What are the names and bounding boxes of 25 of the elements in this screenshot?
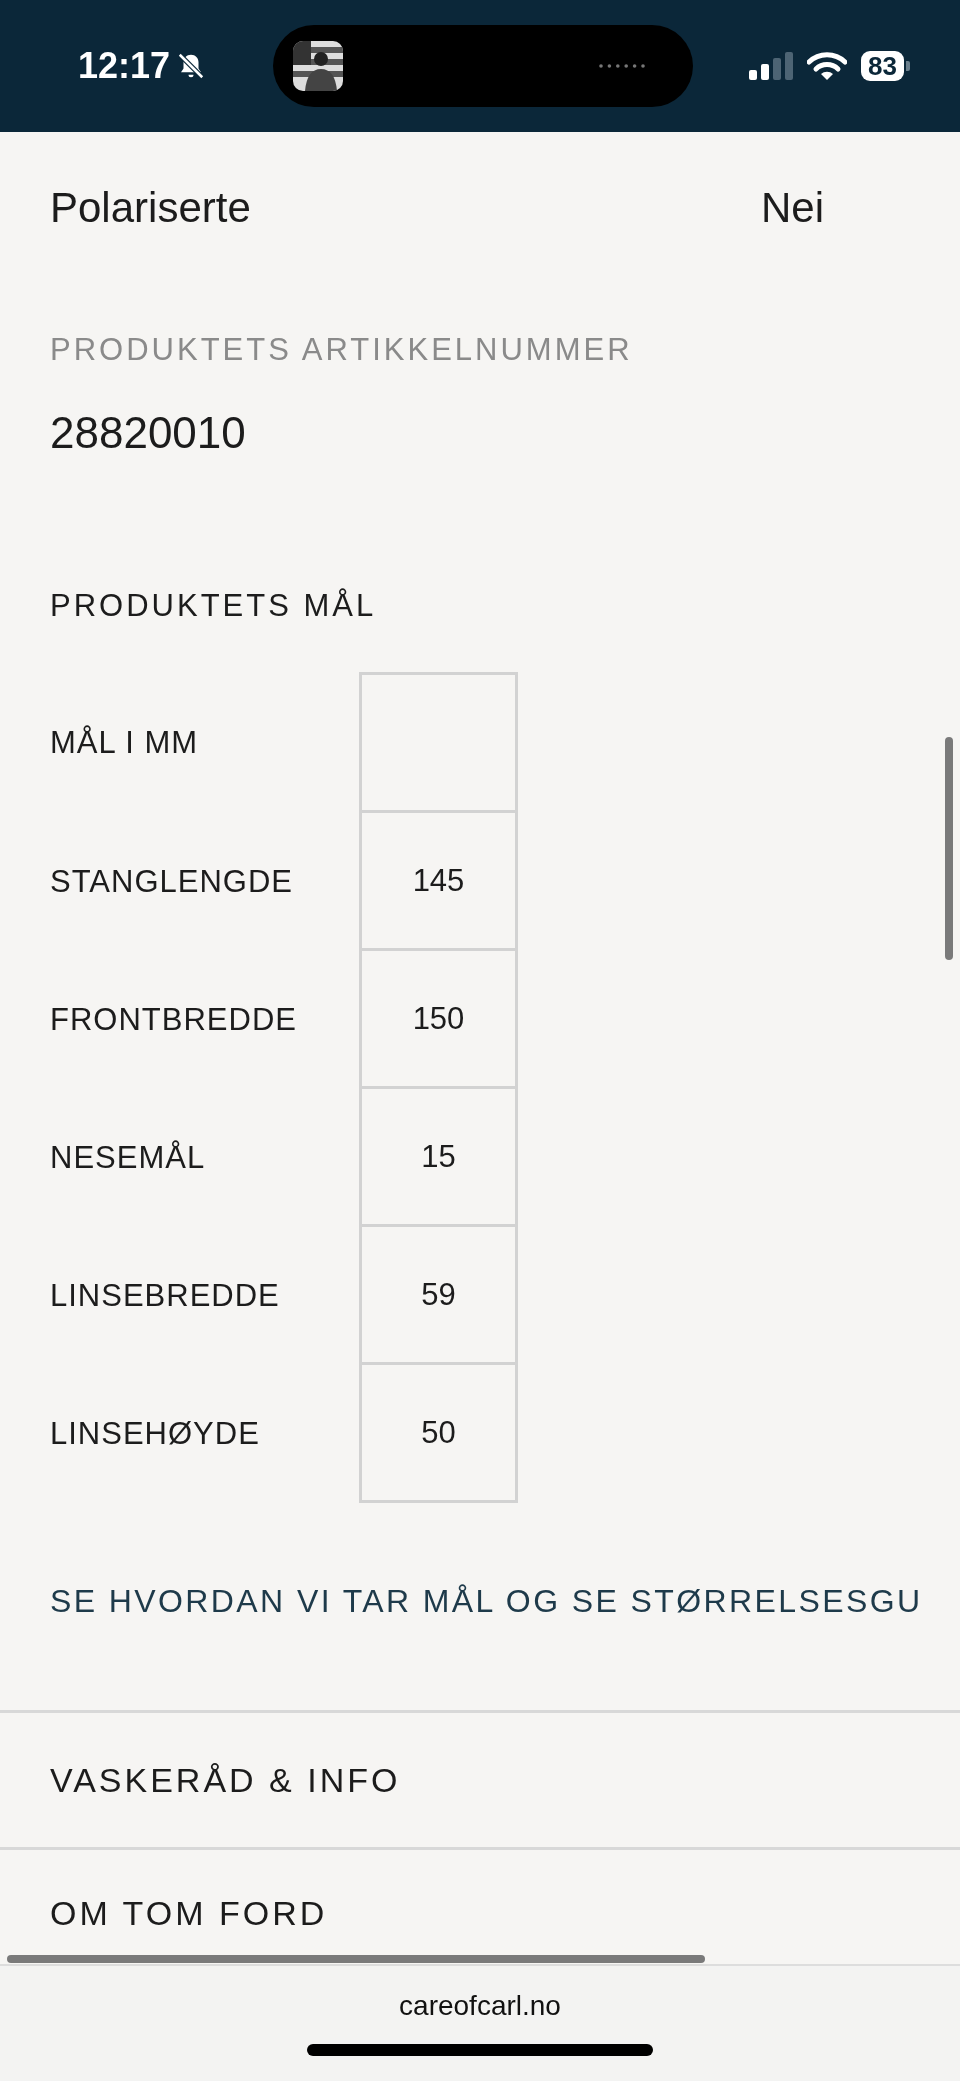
dimension-label: FRONTBREDDE: [50, 1001, 298, 1039]
signal-icon: [749, 52, 794, 80]
dimension-label: MÅL I MM: [50, 723, 200, 762]
accordion-header[interactable]: VASKERÅD & INFO: [0, 1710, 960, 1847]
table-cell: 145: [359, 810, 518, 951]
battery-indicator: 83: [861, 51, 910, 81]
table-cell: 15: [359, 1086, 518, 1227]
dimension-label: LINSEBREDDE: [50, 1277, 281, 1315]
article-number: 28820010: [50, 408, 247, 458]
spec-value: Nei: [760, 184, 824, 232]
section-heading: PRODUKTETS MÅL: [50, 588, 378, 624]
accordion-header[interactable]: OM TOM FORD: [0, 1847, 960, 1939]
dimension-label: LINSEHØYDE: [50, 1415, 261, 1453]
table-cell: 150: [359, 948, 518, 1089]
dimension-label: NESEMÅL: [50, 1139, 207, 1177]
dots-icon: [598, 64, 645, 68]
wifi-icon: [807, 51, 848, 81]
size-guide-link[interactable]: SE HVORDAN VI TAR MÅL OG SE STØRRELSESGU: [50, 1583, 923, 1620]
spec-label: Polariserte: [50, 184, 251, 232]
address-text[interactable]: careofcarl.no: [399, 1990, 561, 2022]
table-cell: 50: [359, 1362, 518, 1503]
clock-time: 12:17: [78, 45, 171, 87]
dimension-label: STANGLENGDE: [50, 863, 294, 901]
section-heading: PRODUKTETS ARTIKKELNUMMER: [50, 332, 634, 368]
table-cell: 59: [359, 1224, 518, 1365]
